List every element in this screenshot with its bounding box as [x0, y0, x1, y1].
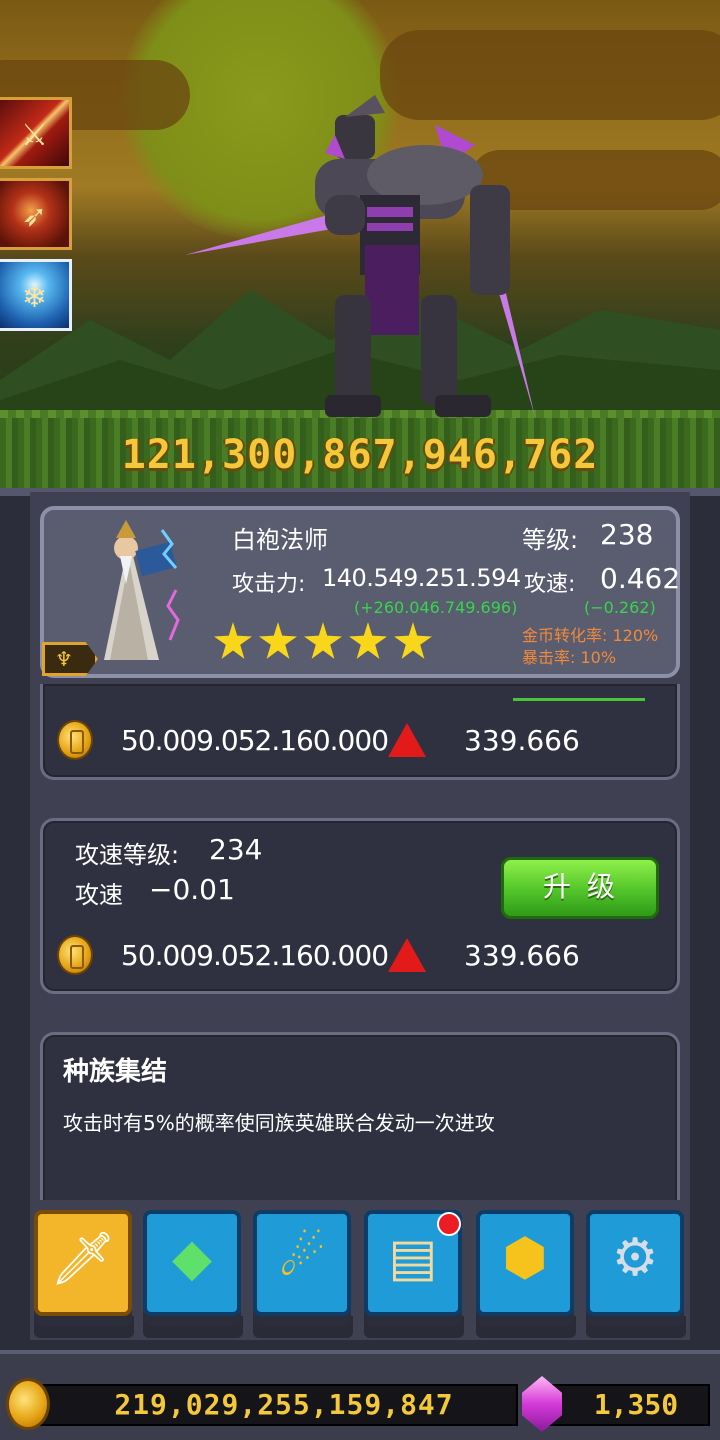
nav-shadow — [364, 1316, 464, 1338]
crit-rate: 暴击率: 10% — [522, 648, 617, 667]
treasure-chest-icon: ⬢ — [502, 1228, 548, 1288]
bow-fire-skill-icon[interactable]: ➶ — [0, 178, 72, 250]
speed-label: 攻速: — [524, 572, 576, 597]
skill-description-card: 种族集结 攻击时有5%的概率使同族英雄联合发动一次进攻 — [40, 1032, 680, 1208]
gold-conversion-rate: 金币转化率: 120% — [522, 626, 659, 645]
sword-slash-skill-icon[interactable]: ⚔ — [0, 97, 72, 169]
hero-info-card: ♆ 白袍法师 等级: 238 攻击力: 140.549.251.594 攻速: … — [40, 506, 680, 678]
crest-icon: ♆ — [55, 647, 73, 671]
star-icon — [394, 622, 432, 659]
ice-staff-skill-icon[interactable]: ❄ — [0, 259, 72, 331]
star-icon — [214, 622, 252, 659]
battle-scene: ⚔ ➶ ❄ 121,300,867,946,762 — [0, 0, 720, 492]
star-icon — [304, 622, 342, 659]
speed-cost-row: 50.009.052.160.000 339.666 — [57, 935, 580, 975]
speed-level-label: 攻速等级: — [75, 841, 180, 869]
level-label: 等级: — [522, 526, 579, 554]
level-value: 238 — [600, 518, 654, 551]
speed-upgrade-card: 攻速等级: 234 攻速 −0.01 升级 50.009.052.160.000… — [40, 818, 680, 994]
speed-delta-label: 攻速 — [75, 881, 123, 909]
star-icon — [259, 622, 297, 659]
nav-shadow — [476, 1316, 576, 1338]
attack-cost-row: 50.009.052.160.000 339.666 — [57, 720, 580, 760]
skill-title: 种族集结 — [63, 1057, 168, 1087]
attack-upgrade-card: 50.009.052.160.000 339.666 — [40, 684, 680, 780]
settings-tab[interactable]: ⚙ — [586, 1210, 684, 1316]
gear-icon: ⚙ — [611, 1228, 659, 1288]
attack-next-value: 339.666 — [464, 723, 580, 757]
speed-upgrade-cost: 50.009.052.160.000 — [121, 938, 389, 972]
nav-shadow — [253, 1316, 353, 1338]
star-rating — [214, 622, 432, 660]
attack-value: 140.549.251.594 — [322, 564, 521, 592]
green-gem-icon: ◆ — [172, 1228, 212, 1288]
attack-upgrade-cost: 50.009.052.160.000 — [121, 723, 389, 757]
skill-description: 攻击时有5%的概率使同族英雄联合发动一次进攻 — [63, 1111, 495, 1135]
golden-swirl-icon: ☄ — [278, 1228, 326, 1288]
nav-shadow — [143, 1316, 243, 1338]
speed-next-value: 339.666 — [464, 938, 580, 972]
hero-name: 白袍法师 — [232, 526, 328, 554]
arrow-up-icon — [388, 723, 427, 757]
gold-coin-icon — [57, 720, 93, 760]
speed-value: 0.462 — [600, 562, 681, 595]
artifact-tab[interactable]: ◆ — [143, 1210, 241, 1316]
upgrade-button[interactable]: 升级 — [501, 857, 659, 919]
nav-shadow — [34, 1316, 134, 1338]
skills-tab[interactable]: ☄ — [253, 1210, 351, 1316]
sword-icon: 🗡 — [49, 1229, 116, 1289]
gold-coin-icon — [6, 1378, 50, 1430]
speed-level-value: 234 — [209, 833, 263, 866]
gem-amount: 1,350 — [593, 1388, 679, 1421]
white-robed-mage-portrait — [104, 520, 180, 660]
dark-armored-knight-enemy[interactable] — [185, 95, 545, 425]
upgrade-button-edge[interactable] — [513, 698, 645, 701]
shop-tab[interactable]: ⬢ — [476, 1210, 574, 1316]
nav-shadow — [586, 1316, 686, 1338]
gold-amount: 219,029,255,159,847 — [114, 1388, 454, 1421]
speed-bonus: (−0.262) — [584, 598, 656, 617]
currency-bar: 219,029,255,159,847 1,350 — [0, 1350, 720, 1440]
notification-dot — [437, 1212, 461, 1236]
speed-delta-value: −0.01 — [149, 873, 235, 906]
heroes-tab[interactable]: 🗡 — [34, 1210, 132, 1316]
arrow-up-icon — [388, 938, 427, 972]
star-icon — [349, 622, 387, 659]
attack-label: 攻击力: — [232, 572, 306, 597]
book-icon: ▤ — [388, 1228, 438, 1288]
damage-counter: 121,300,867,946,762 — [121, 432, 599, 478]
gold-coin-icon — [57, 935, 93, 975]
attack-bonus: (+260.046.749.696) — [354, 598, 518, 617]
